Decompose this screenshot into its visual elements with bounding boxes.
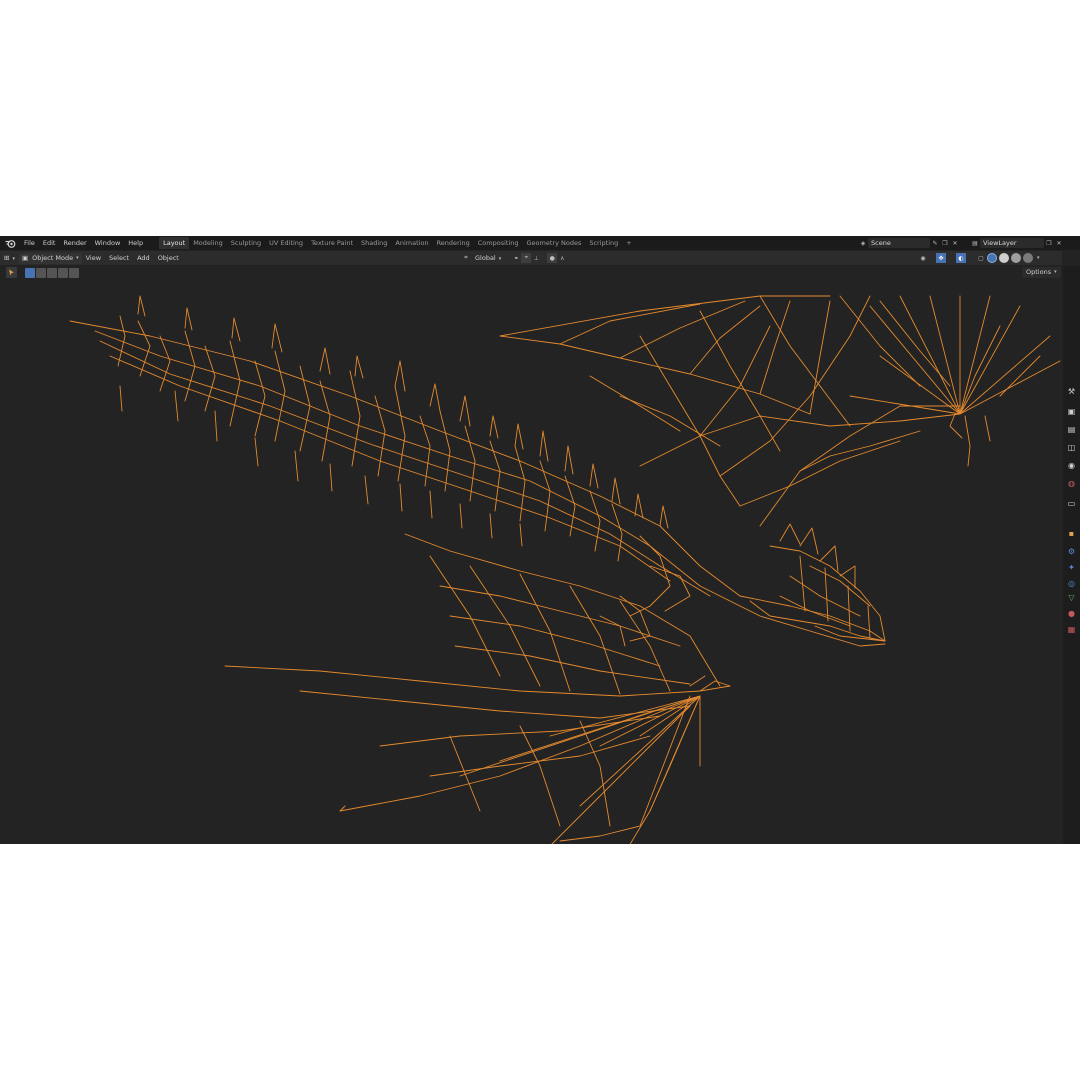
workspace-tabs: Layout Modeling Sculpting UV Editing Tex… [159,237,636,249]
constraints-icon[interactable]: ◎ [1066,578,1077,589]
tool-icon[interactable]: ⚒ [1066,386,1077,397]
menu-help[interactable]: Help [124,237,147,249]
tab-scripting[interactable]: Scripting [585,237,622,249]
render-icon[interactable]: ▣ [1066,406,1077,417]
overlays-icon[interactable]: ◐ [956,253,966,263]
3d-viewport[interactable] [0,266,1062,844]
menu-view[interactable]: View [82,252,105,264]
snap-target-icon[interactable]: ⊥ [531,253,541,263]
tab-rendering[interactable]: Rendering [433,237,474,249]
tab-animation[interactable]: Animation [391,237,432,249]
menu-edit[interactable]: Edit [39,237,60,249]
menu-object[interactable]: Object [154,252,183,264]
visibility-icon[interactable]: ◉ [918,253,928,263]
shading-popover-icon[interactable]: ▾ [1037,255,1040,261]
proportional-editing-icon[interactable]: ● [547,253,558,263]
menu-add[interactable]: Add [133,252,154,264]
dragon-body [69,295,886,647]
viewport-header: ⊞ ▾ ▣ Object Mode ▾ View Select Add Objec… [0,251,1062,265]
tab-sculpting[interactable]: Sculpting [227,237,265,249]
scene-icon[interactable]: ◈ [858,238,868,248]
lower-wing [224,533,731,844]
add-workspace-button[interactable]: + [622,237,635,249]
menu-render[interactable]: Render [59,237,90,249]
particles-icon[interactable]: ⚙ [1066,546,1077,557]
top-bar: File Edit Render Window Help Layout Mode… [0,236,1080,250]
xray-icon[interactable]: ▢ [976,253,986,263]
collection-icon[interactable]: ▭ [1066,498,1077,509]
mode-label: Object Mode [32,254,74,262]
material-shading-icon[interactable] [1011,253,1021,263]
tab-texture-paint[interactable]: Texture Paint [307,237,357,249]
new-scene-icon[interactable]: ❐ [940,238,950,248]
tab-modeling[interactable]: Modeling [189,237,227,249]
editor-type-button[interactable]: ⊞ ▾ [0,252,19,264]
chevron-down-icon: ▾ [76,255,79,261]
menu-window[interactable]: Window [91,237,125,249]
snap-icon[interactable]: ⌖ [521,253,532,263]
new-view-layer-icon[interactable]: ❐ [1044,238,1054,248]
menu-file[interactable]: File [20,237,39,249]
tab-layout[interactable]: Layout [159,237,190,249]
pin-icon[interactable]: ✎ [930,238,940,248]
rendered-shading-icon[interactable] [1023,253,1033,263]
delete-view-layer-icon[interactable]: ✕ [1054,238,1064,248]
modifier-icon[interactable]: ▪ [1066,528,1077,539]
upper-wing [499,295,1061,527]
transform-tools: ⌗ Global ▾ ⚭ ⌖ ⊥ ● ∧ [461,252,567,264]
wireframe-shading-icon[interactable] [987,253,997,263]
scene-icon[interactable]: ◉ [1066,460,1077,471]
tab-shading[interactable]: Shading [357,237,391,249]
view-layer-selector: ▤ ViewLayer ❐ ✕ [970,237,1064,249]
view-layer-name-field[interactable]: ViewLayer [980,238,1044,248]
transform-orientation-icon[interactable]: ⌗ [461,253,471,263]
transform-orientation-dropdown[interactable]: Global ▾ [471,252,505,264]
object-mode-icon: ▣ [21,254,29,262]
texture-icon[interactable]: ▦ [1066,624,1077,635]
blender-window: File Edit Render Window Help Layout Mode… [0,236,1080,844]
solid-shading-icon[interactable] [999,253,1009,263]
mode-dropdown[interactable]: ▣ Object Mode ▾ [18,252,82,264]
tab-geometry-nodes[interactable]: Geometry Nodes [523,237,586,249]
view-layer-icon[interactable]: ◫ [1066,442,1077,453]
shading-tools: ◉ ✥ ◐ ▢ ▾ [918,252,1040,264]
scene-name-field[interactable]: Scene [868,238,930,248]
menu-select[interactable]: Select [105,252,133,264]
world-icon[interactable]: ◍ [1066,478,1077,489]
tab-uv-editing[interactable]: UV Editing [265,237,307,249]
physics-icon[interactable]: ✦ [1066,562,1077,573]
gizmo-icon[interactable]: ✥ [936,253,946,263]
output-icon[interactable]: ▤ [1066,424,1077,435]
data-icon[interactable]: ▽ [1066,592,1077,603]
orientation-label: Global [475,254,496,262]
properties-tab-strip: ⚒ ▣ ▤ ◫ ◉ ◍ ▭ ▪ ⚙ ✦ ◎ ▽ ● ▦ [1063,266,1080,844]
tab-compositing[interactable]: Compositing [474,237,523,249]
blender-logo-icon[interactable] [4,238,16,248]
material-icon[interactable]: ● [1066,608,1077,619]
pivot-icon[interactable]: ⚭ [511,253,521,263]
wireframe-canvas[interactable] [0,266,1062,844]
falloff-icon[interactable]: ∧ [557,253,567,263]
view-layer-icon[interactable]: ▤ [970,238,980,248]
delete-scene-icon[interactable]: ✕ [950,238,960,248]
3d-viewport-icon: ⊞ [4,254,10,262]
scene-selector: ◈ Scene ✎ ❐ ✕ [858,237,960,249]
